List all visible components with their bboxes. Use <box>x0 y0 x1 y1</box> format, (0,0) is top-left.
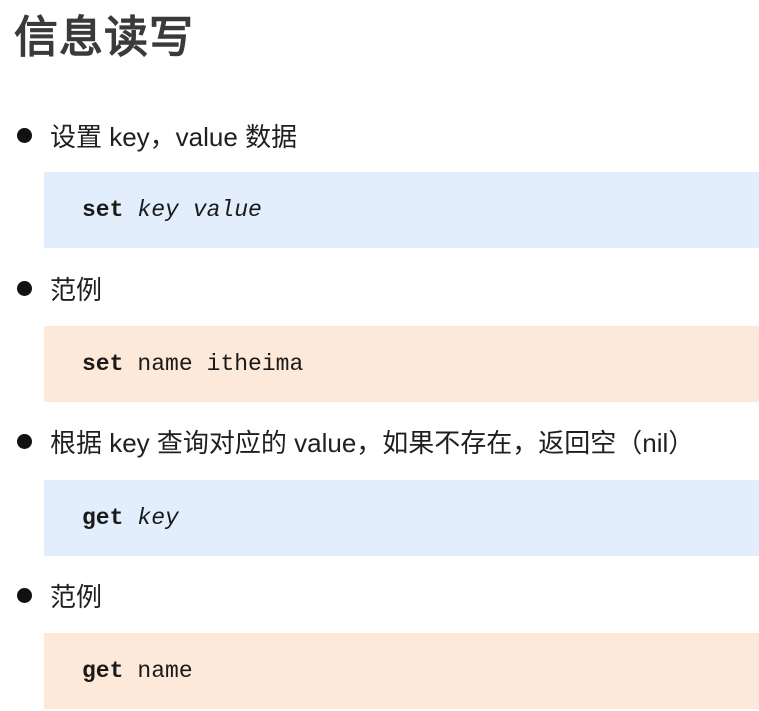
code-arg: name <box>137 351 193 377</box>
bullet-item: 范例 <box>14 270 102 306</box>
code-block-syntax: get key <box>44 480 759 556</box>
bullet-text: 根据 key 查询对应的 value，如果不存在，返回空（nil） <box>50 427 695 458</box>
code-command: get <box>82 505 124 531</box>
bullet-dot-icon <box>17 280 32 296</box>
code-command: get <box>82 658 124 684</box>
bullet-dot-icon <box>17 127 32 143</box>
code-arg: key <box>137 505 179 531</box>
bullet-text: 设置 key，value 数据 <box>50 121 298 152</box>
code-command: set <box>82 197 124 223</box>
page-title: 信息读写 <box>14 13 194 62</box>
bullet-item: 设置 key，value 数据 <box>14 117 297 153</box>
slide: 信息读写 设置 key，value 数据 set key value 范例 set n… <box>0 0 759 711</box>
bullet-dot-icon <box>17 587 32 603</box>
code-command: set <box>82 351 124 377</box>
code-arg: name <box>137 658 193 684</box>
code-block-example: get name <box>44 633 759 709</box>
code-arg: value <box>192 197 262 223</box>
bullet-text: 范例 <box>50 274 103 305</box>
bullet-item: 范例 <box>14 577 102 613</box>
bullet-text: 范例 <box>50 581 103 612</box>
bullet-item: 根据 key 查询对应的 value，如果不存在，返回空（nil） <box>14 423 694 459</box>
code-block-syntax: set key value <box>44 172 759 248</box>
bullet-dot-icon <box>17 433 32 449</box>
code-block-example: set name itheima <box>44 326 759 402</box>
code-arg: key <box>137 197 179 223</box>
code-arg: itheima <box>206 351 304 377</box>
